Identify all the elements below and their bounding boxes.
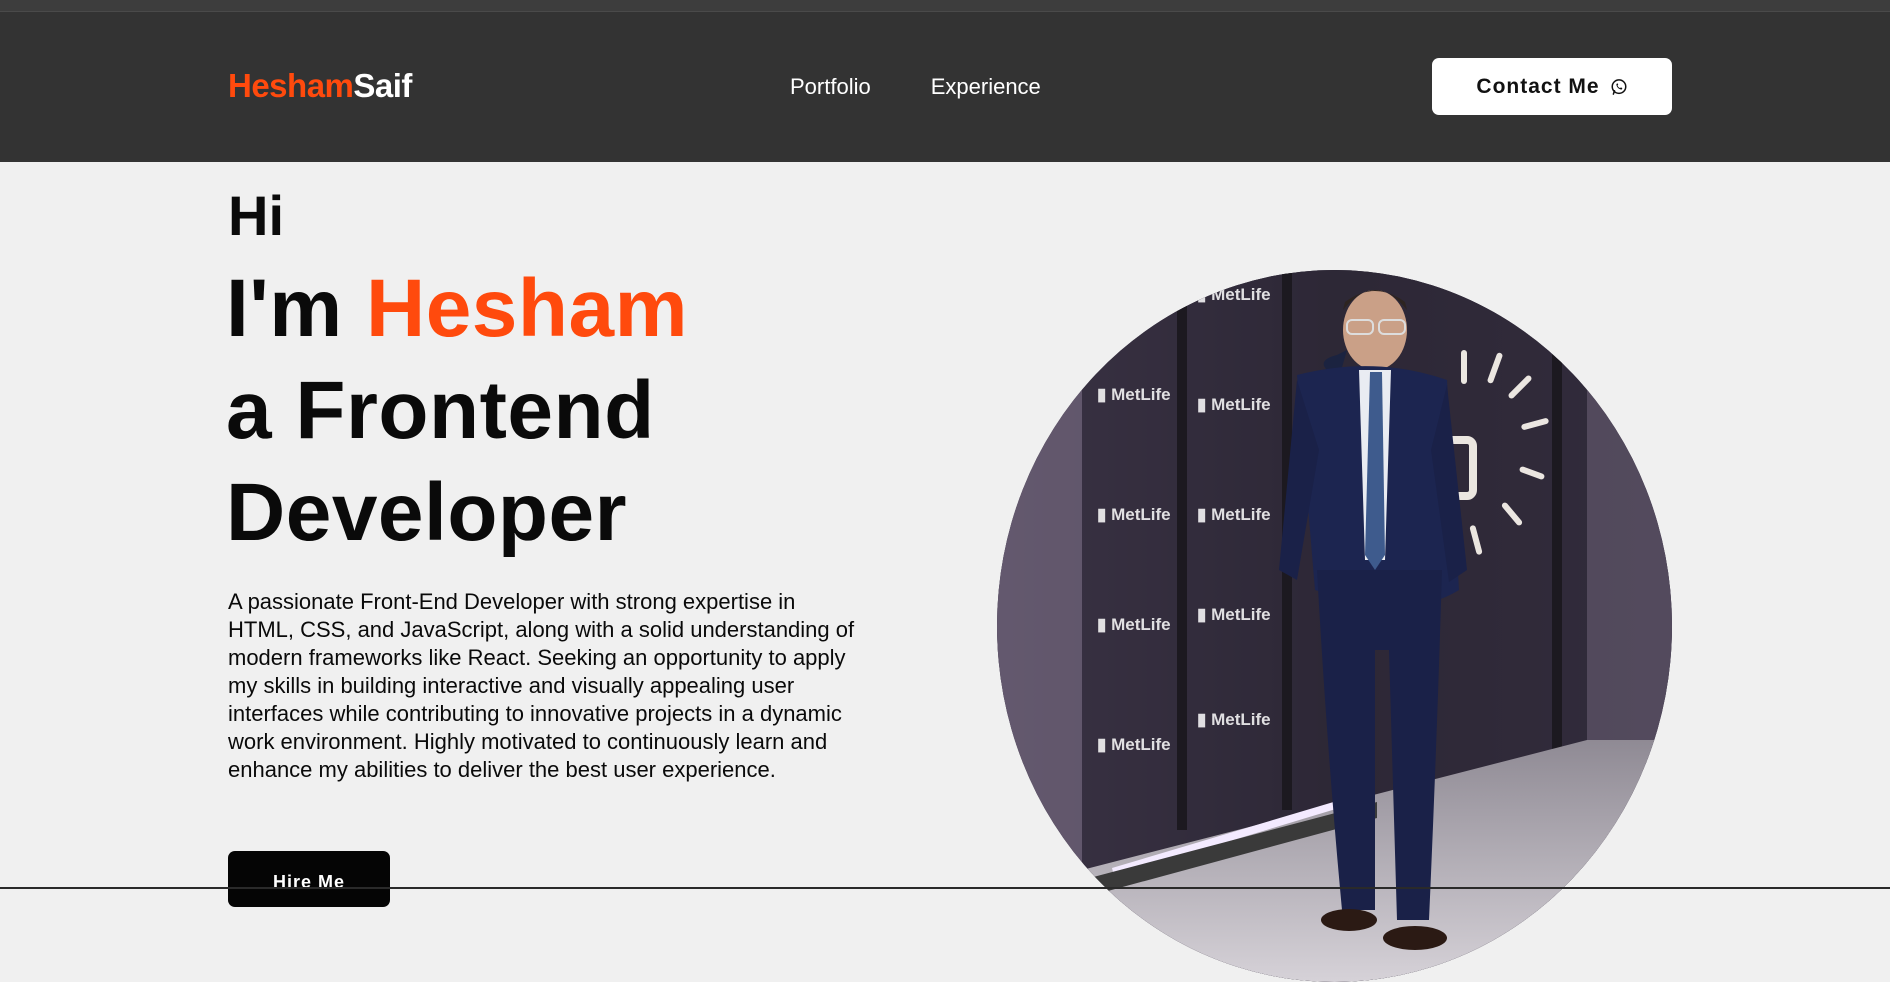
svg-text:▮ MetLife: ▮ MetLife — [1197, 710, 1271, 729]
nav-link-portfolio[interactable]: Portfolio — [790, 74, 871, 100]
logo[interactable]: HeshamSaif — [228, 67, 412, 105]
browser-top-strip — [0, 0, 1890, 12]
svg-text:▮ MetLife: ▮ MetLife — [1097, 385, 1171, 404]
svg-text:▮ MetLife: ▮ MetLife — [1097, 735, 1171, 754]
headline-role-line-1: a Frontend — [226, 365, 655, 456]
whatsapp-icon — [1611, 78, 1627, 95]
svg-text:▮ MetLife: ▮ MetLife — [1197, 605, 1271, 624]
navbar: HeshamSaif Portfolio Experience Contact … — [0, 12, 1890, 162]
contact-me-button[interactable]: Contact Me — [1432, 58, 1672, 115]
nav-link-experience[interactable]: Experience — [931, 74, 1041, 100]
svg-text:▮ MetLife: ▮ MetLife — [1097, 505, 1171, 524]
headline-intro-prefix: I'm — [226, 263, 366, 354]
svg-text:▮ MetLife: ▮ MetLife — [1197, 285, 1271, 304]
svg-text:▮ MetLife: ▮ MetLife — [1197, 505, 1271, 524]
logo-last-name: Saif — [353, 67, 412, 104]
headline-intro-line: I'm Hesham — [226, 258, 688, 360]
profile-photo: ▮ MetLife ▮ MetLife ▮ MetLife ▮ MetLife … — [997, 270, 1672, 982]
contact-me-label: Contact Me — [1476, 74, 1600, 98]
profile-photo-illustration: ▮ MetLife ▮ MetLife ▮ MetLife ▮ MetLife … — [997, 270, 1672, 982]
svg-text:▮ MetLife: ▮ MetLife — [1097, 615, 1171, 634]
hero-greeting: Hi — [228, 184, 284, 247]
headline-role-line-2: Developer — [226, 467, 628, 558]
hero-description: A passionate Front-End Developer with st… — [228, 589, 855, 782]
logo-first-name: Hesham — [228, 67, 354, 104]
nav-links: Portfolio Experience — [790, 74, 1041, 100]
svg-text:▮ MetLife: ▮ MetLife — [1197, 395, 1271, 414]
headline-name: Hesham — [365, 263, 689, 354]
hero-headline: I'm Hesham a Frontend Developer — [226, 258, 688, 564]
hire-me-button[interactable]: Hire Me — [228, 851, 390, 907]
hero-section: Hi I'm Hesham a Frontend Developer A pas… — [0, 162, 1890, 982]
